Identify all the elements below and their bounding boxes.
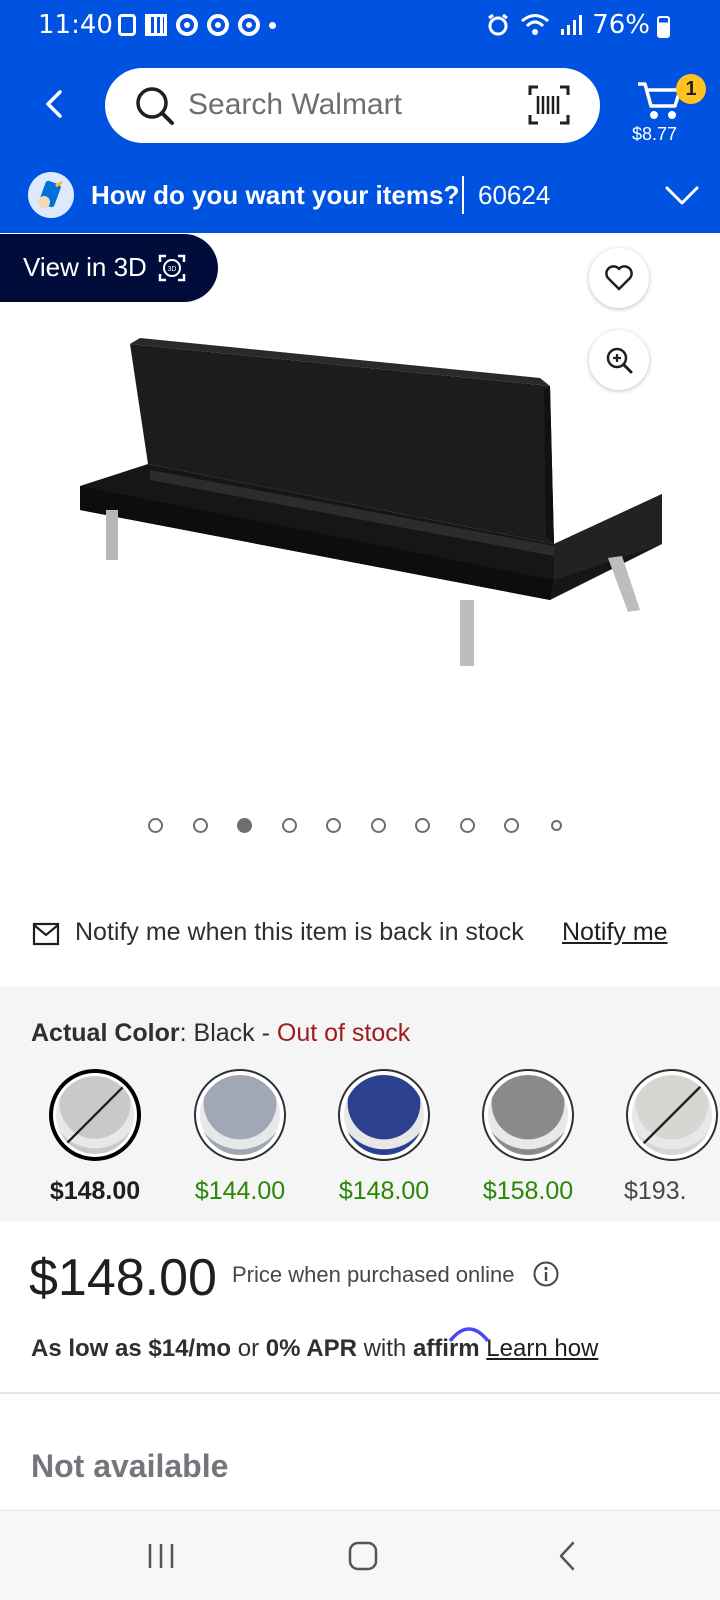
favorite-button[interactable] bbox=[589, 248, 649, 308]
financing-with: with bbox=[356, 1335, 413, 1362]
pager-dot[interactable] bbox=[281, 818, 297, 833]
unavailable-strike-icon bbox=[64, 1084, 126, 1146]
pager-dot[interactable] bbox=[192, 818, 208, 833]
cart-button[interactable]: 1 $8.77 bbox=[632, 74, 710, 154]
fulfillment-prompt: How do you want your items? bbox=[91, 180, 460, 210]
notification-icons bbox=[118, 14, 276, 36]
swatch-price: $144.00 bbox=[194, 1177, 286, 1205]
cart-total: $8.77 bbox=[632, 124, 678, 144]
status-bar: 11:40 76% bbox=[0, 0, 720, 56]
home-icon bbox=[348, 1541, 378, 1571]
search-placeholder: Search Walmart bbox=[188, 88, 402, 121]
cart-count-badge: 1 bbox=[676, 74, 706, 104]
variant-selected-value: Black bbox=[193, 1019, 255, 1047]
swatch-image bbox=[344, 1075, 424, 1155]
variant-title: Actual Color: Black - Out of stock bbox=[31, 1019, 411, 1047]
swatch-price: $158.00 bbox=[482, 1177, 574, 1205]
heart-icon bbox=[605, 265, 633, 291]
more-notifications-icon bbox=[269, 21, 276, 29]
chevron-down-icon bbox=[665, 186, 699, 205]
affirm-arc-icon bbox=[448, 1327, 490, 1343]
swatch-image bbox=[488, 1075, 568, 1155]
view-in-3d-label: View in 3D bbox=[23, 252, 147, 282]
financing-monthly: As low as $14/mo bbox=[31, 1335, 232, 1362]
swatch-price: $148.00 bbox=[49, 1177, 141, 1205]
color-swatch[interactable] bbox=[194, 1069, 286, 1161]
pager-dot[interactable] bbox=[504, 818, 519, 833]
search-icon bbox=[136, 87, 174, 125]
notify-text: Notify me when this item is back in stoc… bbox=[75, 918, 524, 946]
pager-dot[interactable] bbox=[326, 818, 341, 833]
stock-status: Out of stock bbox=[276, 1019, 411, 1047]
swatch-image bbox=[200, 1075, 280, 1155]
swatch-image bbox=[56, 1076, 134, 1154]
battery-percent: 76% bbox=[592, 10, 650, 40]
fulfillment-illustration-icon bbox=[28, 172, 74, 218]
pager-dot[interactable] bbox=[370, 818, 386, 833]
product-image-futon[interactable] bbox=[70, 330, 690, 690]
battery-icon bbox=[657, 16, 670, 38]
back-arrow-icon bbox=[559, 1541, 575, 1571]
status-time: 11:40 bbox=[38, 10, 113, 40]
financing-apr: 0% APR bbox=[265, 1335, 357, 1362]
product-price: $148.00 bbox=[29, 1249, 217, 1307]
color-swatch[interactable] bbox=[49, 1069, 141, 1161]
mail-icon bbox=[32, 922, 60, 946]
back-in-stock-notice: Notify me when this item is back in stoc… bbox=[0, 900, 720, 964]
pager-dot[interactable] bbox=[550, 820, 562, 831]
color-swatch[interactable] bbox=[482, 1069, 574, 1161]
divider bbox=[462, 176, 464, 214]
chrome-icon bbox=[176, 14, 198, 36]
learn-how-link[interactable]: Learn how bbox=[486, 1335, 598, 1362]
variant-separator: - bbox=[254, 1019, 277, 1047]
color-swatch[interactable] bbox=[338, 1069, 430, 1161]
chrome-icon bbox=[238, 14, 260, 36]
3d-icon: 3D bbox=[158, 254, 186, 282]
pager-dot[interactable] bbox=[237, 818, 252, 833]
zip-code: 60624 bbox=[478, 180, 551, 210]
notification-icon bbox=[118, 14, 136, 36]
notify-me-link[interactable]: Notify me bbox=[562, 918, 668, 947]
chevron-left-icon bbox=[46, 90, 62, 118]
pager-dot[interactable] bbox=[415, 818, 430, 833]
signal-icon bbox=[561, 15, 583, 35]
system-navigation-bar bbox=[0, 1510, 720, 1600]
availability-status: Not available bbox=[31, 1448, 229, 1484]
section-divider bbox=[0, 1392, 720, 1394]
system-status: 76% bbox=[486, 10, 650, 40]
wifi-icon bbox=[521, 14, 550, 35]
fulfillment-selector[interactable]: How do you want your items? 60624 bbox=[0, 168, 720, 233]
chrome-icon bbox=[207, 14, 229, 36]
financing-line: As low as $14/mo or 0% APR with affirm L… bbox=[31, 1327, 598, 1363]
svg-text:3D: 3D bbox=[168, 266, 177, 273]
home-button[interactable] bbox=[340, 1533, 386, 1579]
unavailable-strike-icon bbox=[640, 1083, 704, 1147]
color-variant-selector: Actual Color: Black - Out of stock $148.… bbox=[0, 987, 720, 1221]
recent-apps-icon bbox=[148, 1544, 174, 1568]
info-icon[interactable] bbox=[532, 1260, 560, 1288]
view-in-3d-button[interactable]: View in 3D 3D bbox=[0, 234, 218, 302]
swatch-price: $193. bbox=[624, 1177, 687, 1205]
price-note: Price when purchased online bbox=[232, 1262, 515, 1287]
variant-label: Actual Color bbox=[31, 1019, 180, 1047]
pager-dot[interactable] bbox=[459, 818, 475, 833]
color-swatch[interactable] bbox=[626, 1069, 718, 1161]
barcode-scan-icon[interactable] bbox=[528, 85, 570, 125]
app-header: 11:40 76% Search Walmart 1 $8.77 How do … bbox=[0, 0, 720, 233]
search-input[interactable]: Search Walmart bbox=[105, 68, 600, 143]
affirm-logo: affirm bbox=[413, 1327, 490, 1363]
pager-dot[interactable] bbox=[148, 818, 163, 833]
swatch-price: $148.00 bbox=[338, 1177, 430, 1205]
image-pager[interactable] bbox=[0, 818, 720, 838]
system-back-button[interactable] bbox=[544, 1533, 590, 1579]
alarm-icon bbox=[488, 13, 509, 36]
financing-or: or bbox=[231, 1335, 266, 1362]
back-button[interactable] bbox=[34, 84, 74, 124]
swatch-image bbox=[632, 1075, 712, 1155]
recent-apps-button[interactable] bbox=[138, 1533, 184, 1579]
qr-icon bbox=[145, 14, 167, 36]
